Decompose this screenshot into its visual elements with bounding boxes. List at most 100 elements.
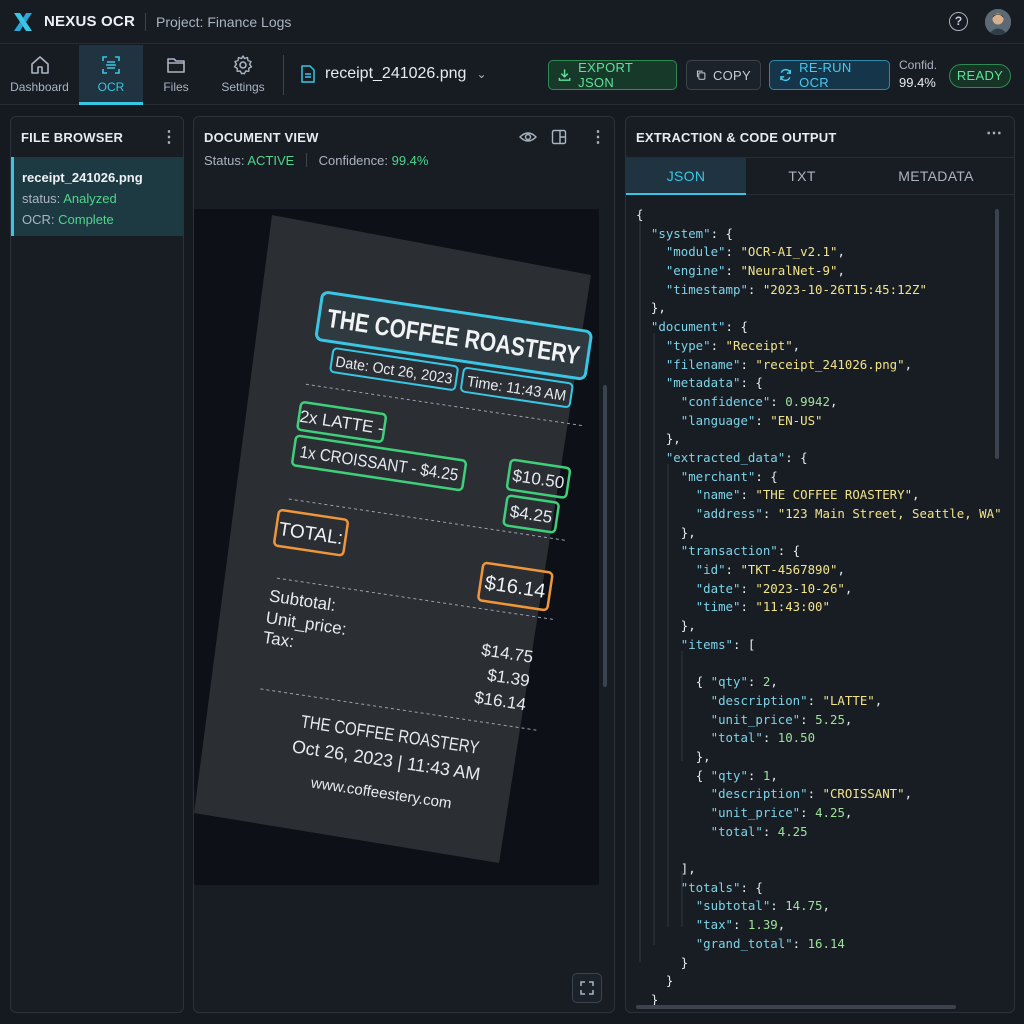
code-line: "module": "OCR-AI_v2.1", bbox=[665, 244, 845, 260]
export-json-label: EXPORT JSON bbox=[578, 60, 633, 90]
code-line: "document": { bbox=[650, 319, 748, 335]
divider bbox=[283, 55, 284, 95]
document-status: Status: ACTIVE Confidence: 99.4% bbox=[204, 153, 428, 168]
code-line: "language": "EN-US" bbox=[680, 412, 823, 428]
code-line: "timestamp": "2023-10-26T15:45:12Z" bbox=[665, 281, 927, 297]
file-icon bbox=[301, 65, 315, 83]
document-canvas[interactable]: THE COFFEE ROASTERY Date: Oct 26, 2023 T… bbox=[194, 209, 599, 885]
rerun-ocr-button[interactable]: RE-RUN OCR bbox=[769, 60, 890, 90]
code-line: } bbox=[665, 973, 674, 989]
document-view-panel: DOCUMENT VIEW ⋮ Status: ACTIVE Confidenc… bbox=[193, 116, 615, 1013]
code-line: "id": "TKT-4567890", bbox=[695, 562, 845, 578]
code-line: "total": 10.50 bbox=[710, 730, 816, 746]
code-line: "type": "Receipt", bbox=[665, 337, 801, 353]
rerun-ocr-label: RE-RUN OCR bbox=[799, 60, 852, 90]
top-bar: NEXUS OCR Project: Finance Logs bbox=[0, 0, 1024, 44]
copy-icon bbox=[696, 70, 706, 80]
download-icon bbox=[558, 69, 571, 81]
scrollbar[interactable] bbox=[995, 209, 999, 459]
extraction-panel: EXTRACTION & CODE OUTPUT ⋯ JSON TXT META… bbox=[625, 116, 1015, 1013]
confidence-value: 99.4% bbox=[899, 75, 936, 90]
horizontal-scrollbar[interactable] bbox=[636, 1005, 956, 1009]
code-line: "subtotal": 14.75, bbox=[695, 898, 830, 914]
receipt-image: THE COFFEE ROASTERY Date: Oct 26, 2023 T… bbox=[194, 215, 593, 863]
nav-ocr-label: OCR bbox=[97, 80, 125, 94]
help-icon[interactable]: ? bbox=[949, 12, 968, 31]
split-view-icon[interactable] bbox=[551, 129, 567, 145]
nav-files-label: Files bbox=[163, 80, 189, 94]
code-line: "date": "2023-10-26", bbox=[695, 580, 853, 596]
app-name: NEXUS OCR bbox=[44, 13, 135, 30]
code-line: "description": "CROISSANT", bbox=[710, 786, 913, 802]
file-browser-panel: FILE BROWSER ⋮ receipt_241026.png status… bbox=[10, 116, 184, 1013]
confidence-readout: Confid. 99.4% bbox=[899, 57, 937, 91]
code-line: "time": "11:43:00" bbox=[695, 599, 830, 615]
scrollbar[interactable] bbox=[603, 385, 607, 687]
nav-ocr[interactable]: OCR bbox=[79, 45, 143, 105]
panel-title: DOCUMENT VIEW bbox=[204, 130, 319, 145]
more-options-icon[interactable]: ⋮ bbox=[161, 127, 177, 147]
nav-settings[interactable]: Settings bbox=[209, 45, 277, 104]
json-output[interactable]: { "system": { "module": "OCR-AI_v2.1", "… bbox=[636, 206, 1002, 1010]
scan-icon bbox=[102, 56, 120, 74]
code-line: }, bbox=[680, 618, 696, 634]
code-line: "items": [ bbox=[680, 636, 756, 652]
code-line: "metadata": { bbox=[665, 375, 763, 391]
nav-dashboard-label: Dashboard bbox=[10, 80, 69, 94]
code-line: }, bbox=[695, 748, 711, 764]
code-line: "grand_total": 16.14 bbox=[695, 935, 845, 951]
eye-icon[interactable] bbox=[519, 129, 537, 145]
copy-button[interactable]: COPY bbox=[686, 60, 761, 90]
file-name: receipt_241026.png bbox=[22, 170, 143, 185]
confidence-value: 99.4% bbox=[391, 153, 429, 168]
nav-files[interactable]: Files bbox=[143, 45, 209, 104]
file-list-item[interactable]: receipt_241026.png status: Analyzed OCR:… bbox=[11, 157, 183, 236]
expand-icon bbox=[580, 981, 594, 995]
code-line: "transaction": { bbox=[680, 543, 801, 559]
project-name[interactable]: Project: Finance Logs bbox=[156, 14, 291, 30]
code-line: "unit_price": 4.25, bbox=[710, 805, 853, 820]
code-line: } bbox=[680, 954, 689, 970]
confidence-label: Confidence: bbox=[318, 153, 388, 168]
code-line: "extracted_data": { bbox=[665, 449, 808, 465]
code-line: "total": 4.25 bbox=[710, 823, 808, 839]
file-status-label: status: bbox=[22, 191, 61, 206]
gear-icon bbox=[233, 55, 253, 75]
nav-settings-label: Settings bbox=[221, 80, 265, 94]
refresh-icon bbox=[780, 68, 791, 82]
home-icon bbox=[30, 56, 49, 74]
nexus-logo-icon bbox=[14, 12, 32, 31]
divider bbox=[144, 12, 146, 31]
more-options-icon[interactable]: ⋮ bbox=[590, 127, 606, 147]
avatar[interactable] bbox=[985, 9, 1011, 35]
file-selector-label: receipt_241026.png bbox=[325, 65, 467, 82]
document-view-actions bbox=[519, 129, 567, 145]
fit-to-screen-button[interactable] bbox=[572, 973, 602, 1003]
status-badge: READY bbox=[949, 64, 1011, 88]
status-value: ACTIVE bbox=[247, 153, 295, 168]
file-status-value: Analyzed bbox=[63, 191, 117, 206]
code-line: { bbox=[636, 207, 644, 222]
nav-dashboard[interactable]: Dashboard bbox=[0, 45, 79, 104]
code-line: "address": "123 Main Street, Seattle, WA… bbox=[695, 506, 1002, 521]
code-line: "confidence": 0.9942, bbox=[680, 393, 838, 409]
code-line: { "qty": 1, bbox=[695, 767, 778, 783]
file-ocr-label: OCR: bbox=[22, 212, 55, 227]
code-line: "system": { bbox=[650, 225, 733, 241]
code-line: "merchant": { bbox=[680, 468, 778, 484]
file-selector[interactable]: receipt_241026.png ⌄ bbox=[300, 59, 487, 89]
code-line: { "qty": 2, bbox=[695, 674, 778, 690]
toolbar: Dashboard OCR Files Settings receipt_241… bbox=[0, 45, 1024, 105]
code-line: ], bbox=[680, 861, 696, 877]
code-line: }, bbox=[650, 300, 666, 316]
panel-title: FILE BROWSER bbox=[21, 130, 124, 145]
code-line: "totals": { bbox=[680, 879, 763, 895]
folder-icon bbox=[167, 58, 185, 73]
code-line: "engine": "NeuralNet-9", bbox=[665, 263, 845, 279]
export-json-button[interactable]: EXPORT JSON bbox=[548, 60, 677, 90]
user-avatar-icon bbox=[985, 9, 1011, 35]
code-line: "filename": "receipt_241026.png", bbox=[665, 356, 913, 372]
divider bbox=[305, 153, 307, 167]
code-line: }, bbox=[665, 431, 681, 447]
